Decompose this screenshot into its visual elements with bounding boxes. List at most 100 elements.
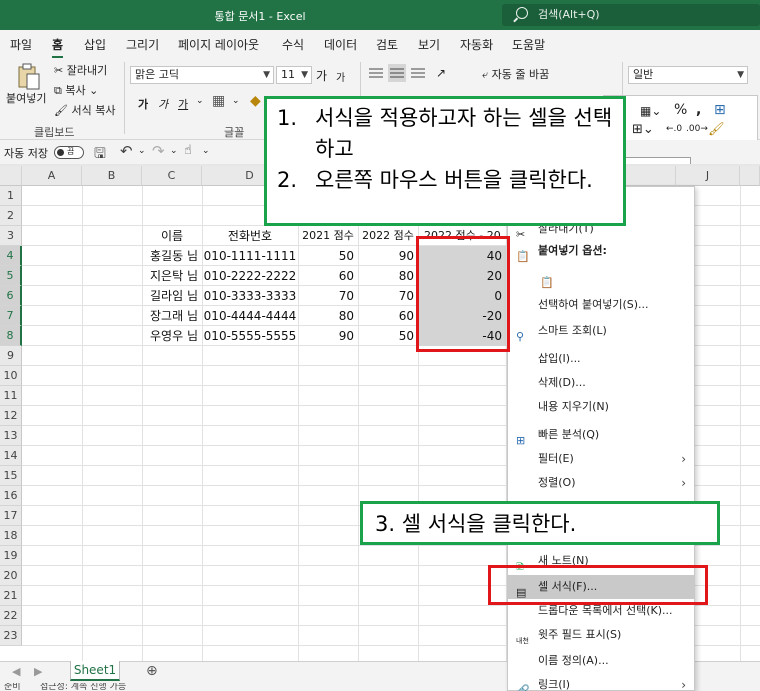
cell-phone[interactable]: 010-5555-5555: [202, 326, 298, 346]
cell-name[interactable]: 길라임 님: [142, 286, 202, 306]
align-middle-icon[interactable]: [388, 64, 406, 82]
accounting-format-icon[interactable]: ▦⌄: [640, 104, 661, 118]
cell-phone[interactable]: 010-4444-4444: [202, 306, 298, 326]
menu-item-paste-special[interactable]: 선택하여 붙여넣기(S)...: [508, 293, 694, 317]
tab-view[interactable]: 보기: [418, 36, 440, 53]
cell-s2022[interactable]: 70: [358, 286, 418, 306]
menu-item-smart-lookup[interactable]: ⚲ 스마트 조회(L): [508, 319, 694, 343]
menu-item-quick-analysis[interactable]: ⊞ 빠른 분석(Q): [508, 423, 694, 447]
cell-phone[interactable]: 010-1111-1111: [202, 246, 298, 266]
row-header[interactable]: 16: [0, 486, 22, 506]
menu-item-phonetic[interactable]: 내천 윗주 필드 표시(S): [508, 623, 694, 647]
cell-s2022[interactable]: 80: [358, 266, 418, 286]
menu-item-insert[interactable]: 삽입(I)...: [508, 347, 694, 371]
fill-color-icon[interactable]: ◆: [250, 93, 261, 109]
tab-file[interactable]: 파일: [10, 36, 32, 53]
sheet-tab-active[interactable]: Sheet1: [70, 661, 120, 681]
row-header[interactable]: 1: [0, 186, 22, 206]
cell-s2022[interactable]: 50: [358, 326, 418, 346]
row-header[interactable]: 6: [0, 286, 22, 306]
font-size-select[interactable]: 11 ▼: [276, 66, 312, 84]
format-painter-button[interactable]: 🖌 서식 복사: [54, 102, 115, 118]
chevron-down-icon[interactable]: ⌄: [138, 146, 146, 156]
borders-icon[interactable]: ⊞⌄: [632, 122, 654, 137]
chevron-down-icon[interactable]: ⌄: [232, 96, 240, 106]
align-top-icon[interactable]: [368, 66, 384, 80]
row-header[interactable]: 20: [0, 566, 22, 586]
redo-icon[interactable]: ↷: [152, 142, 165, 160]
cell-name[interactable]: 지은탁 님: [142, 266, 202, 286]
menu-item-clear[interactable]: 내용 지우기(N): [508, 395, 694, 419]
paste-icon[interactable]: [16, 62, 42, 92]
chevron-down-icon[interactable]: ⌄: [202, 146, 210, 156]
orientation-icon[interactable]: ↗: [436, 66, 446, 80]
menu-item-filter[interactable]: 필터(E) ›: [508, 447, 694, 471]
row-header[interactable]: 9: [0, 346, 22, 366]
italic-button[interactable]: 가: [158, 96, 168, 112]
tab-insert[interactable]: 삽입: [84, 36, 106, 53]
cell-s2021[interactable]: 50: [298, 246, 358, 266]
cell-s2021[interactable]: 90: [298, 326, 358, 346]
menu-item-define-name[interactable]: 이름 정의(A)...: [508, 649, 694, 673]
tab-page-layout[interactable]: 페이지 레이아웃: [178, 36, 259, 53]
column-header-c[interactable]: C: [142, 166, 202, 186]
column-header-j[interactable]: J: [676, 166, 740, 186]
border-icon[interactable]: ▦: [212, 93, 225, 109]
paste-option-default[interactable]: 📋: [508, 265, 694, 289]
row-header[interactable]: 19: [0, 546, 22, 566]
cell-phone[interactable]: 010-2222-2222: [202, 266, 298, 286]
wrap-text-button[interactable]: ⤶ 자동 줄 바꿈: [482, 66, 549, 82]
add-sheet-icon[interactable]: ⊕: [146, 663, 158, 679]
copy-button[interactable]: ⧉ 복사 ⌄: [54, 82, 98, 98]
font-name-select[interactable]: 맑은 고딕 ▼: [130, 66, 274, 84]
row-header[interactable]: 23: [0, 626, 22, 646]
prev-sheet-icon[interactable]: ◀: [12, 665, 20, 678]
row-header[interactable]: 13: [0, 426, 22, 446]
cell-s2021[interactable]: 70: [298, 286, 358, 306]
format-table-icon[interactable]: ⊞: [714, 102, 726, 118]
cell-name[interactable]: 우영우 님: [142, 326, 202, 346]
touch-mode-icon[interactable]: ☝: [184, 143, 192, 158]
comma-icon[interactable]: ,: [696, 102, 701, 118]
header-name[interactable]: 이름: [142, 226, 202, 246]
row-header[interactable]: 14: [0, 446, 22, 466]
column-header-a[interactable]: A: [22, 166, 82, 186]
search-box[interactable]: 검색(Alt+Q): [502, 4, 760, 26]
row-header[interactable]: 18: [0, 526, 22, 546]
row-header[interactable]: 22: [0, 606, 22, 626]
row-header[interactable]: 11: [0, 386, 22, 406]
row-header[interactable]: 3: [0, 226, 22, 246]
row-header[interactable]: 8: [0, 326, 22, 346]
align-bottom-icon[interactable]: [410, 66, 426, 80]
tab-draw[interactable]: 그리기: [126, 36, 159, 53]
cell-name[interactable]: 장그래 님: [142, 306, 202, 326]
cell-s2022[interactable]: 90: [358, 246, 418, 266]
row-header[interactable]: 10: [0, 366, 22, 386]
percent-icon[interactable]: %: [674, 102, 687, 118]
tab-automate[interactable]: 자동화: [460, 36, 493, 53]
menu-item-sort[interactable]: 정렬(O) ›: [508, 471, 694, 495]
cell-s2022[interactable]: 60: [358, 306, 418, 326]
chevron-down-icon[interactable]: ⌄: [196, 96, 204, 106]
tab-help[interactable]: 도움말: [512, 36, 545, 53]
tab-formulas[interactable]: 수식: [282, 36, 304, 53]
cell-phone[interactable]: 010-3333-3333: [202, 286, 298, 306]
row-header[interactable]: 15: [0, 466, 22, 486]
row-header[interactable]: 7: [0, 306, 22, 326]
column-header-k[interactable]: [740, 166, 760, 186]
row-header[interactable]: 2: [0, 206, 22, 226]
shrink-font-button[interactable]: 가: [336, 69, 345, 84]
header-score-2021[interactable]: 2021 점수: [298, 226, 358, 246]
row-header[interactable]: 5: [0, 266, 22, 286]
header-score-2022[interactable]: 2022 점수: [358, 226, 418, 246]
undo-icon[interactable]: ↶: [120, 142, 133, 160]
menu-item-delete[interactable]: 삭제(D)...: [508, 371, 694, 395]
increase-decimal-icon[interactable]: ←.0: [666, 124, 682, 134]
decrease-decimal-icon[interactable]: .00→: [686, 124, 708, 134]
row-header[interactable]: 17: [0, 506, 22, 526]
chevron-down-icon[interactable]: ⌄: [170, 146, 178, 156]
cell-s2021[interactable]: 60: [298, 266, 358, 286]
next-sheet-icon[interactable]: ▶: [34, 665, 42, 678]
status-accessibility[interactable]: 접근성: 계속 진행 가능: [40, 683, 126, 691]
tab-home[interactable]: 홈: [52, 36, 64, 58]
